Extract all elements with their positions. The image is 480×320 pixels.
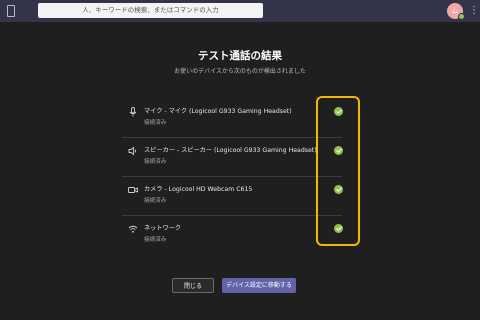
device-settings-button[interactable]: デバイス設定に移動する: [222, 278, 296, 293]
search-input[interactable]: 人、キーワードの検索、またはコマンドの入力: [38, 3, 263, 18]
speaker-icon: [128, 146, 138, 156]
title-bar: 人、キーワードの検索、またはコマンドの入力 ム ⋮: [0, 0, 480, 22]
camera-icon: [128, 185, 138, 195]
device-row-microphone: マイク - マイク (Logicool G933 Gaming Headset)…: [122, 100, 343, 138]
dialog-subtitle: お使いのデバイスから次のものが検出されました: [174, 68, 306, 75]
device-row-camera: カメラ - Logicool HD Webcam C615 接続済み: [122, 178, 343, 216]
dialog-title: テスト通話の結果: [198, 50, 282, 62]
row-divider: [122, 137, 342, 138]
annotation-highlight-box: [316, 96, 360, 246]
device-status: 接続済み: [144, 198, 167, 204]
device-row-network: ネットワーク 接続済み: [122, 217, 343, 255]
app-icon[interactable]: [7, 5, 15, 17]
microphone-icon: [128, 107, 138, 117]
close-button[interactable]: 閉じる: [172, 278, 214, 293]
network-icon: [128, 224, 138, 234]
device-status: 接続済み: [144, 237, 167, 243]
presence-available-icon: [458, 13, 465, 20]
device-name: スピーカー - スピーカー (Logicool G933 Gaming Head…: [144, 147, 317, 154]
device-row-speaker: スピーカー - スピーカー (Logicool G933 Gaming Head…: [122, 139, 343, 177]
more-options-icon[interactable]: ⋮: [469, 4, 479, 18]
device-name: ネットワーク: [144, 225, 182, 232]
device-status: 接続済み: [144, 159, 167, 165]
device-name: マイク - マイク (Logicool G933 Gaming Headset): [144, 108, 292, 115]
row-divider: [122, 176, 342, 177]
device-name: カメラ - Logicool HD Webcam C615: [144, 186, 253, 193]
row-divider: [122, 215, 342, 216]
device-status: 接続済み: [144, 120, 167, 126]
